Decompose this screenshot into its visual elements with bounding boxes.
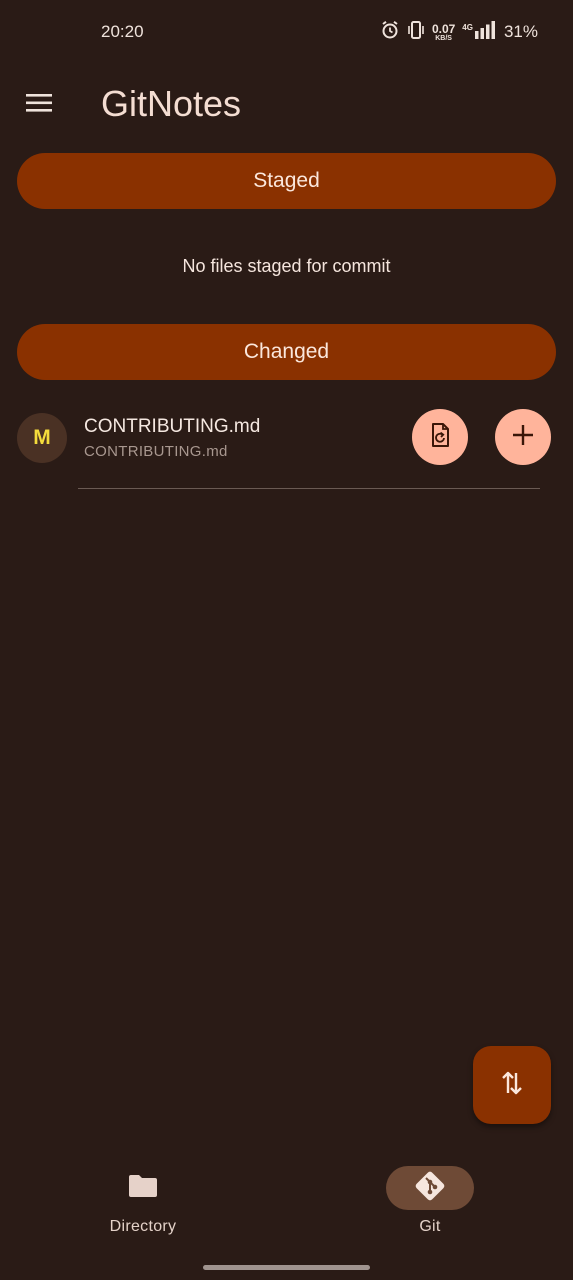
menu-button[interactable] bbox=[22, 88, 56, 118]
network-speed-unit: KB/S bbox=[435, 34, 452, 42]
status-time: 20:20 bbox=[101, 22, 144, 41]
stage-file-button[interactable] bbox=[495, 409, 551, 465]
status-bar: 20:20 0.07 KB/S 4G 31% bbox=[0, 0, 573, 66]
changed-file-row[interactable]: M CONTRIBUTING.md CONTRIBUTING.md bbox=[0, 404, 573, 472]
folder-icon bbox=[128, 1173, 158, 1204]
battery-percentage: 31% bbox=[503, 22, 538, 41]
nav-item-directory[interactable]: Directory bbox=[43, 1150, 243, 1250]
network-speed-value: 0.07 bbox=[431, 21, 456, 36]
home-indicator[interactable] bbox=[203, 1265, 370, 1270]
nav-item-git[interactable]: Git bbox=[330, 1150, 530, 1250]
hamburger-menu-icon bbox=[22, 94, 56, 122]
nav-label-directory: Directory bbox=[109, 1218, 177, 1235]
restore-file-icon bbox=[426, 421, 454, 454]
git-icon bbox=[414, 1170, 446, 1207]
alarm-icon bbox=[380, 20, 400, 45]
bottom-navigation: Directory Git bbox=[0, 1150, 573, 1250]
app-bar: GitNotes bbox=[0, 70, 573, 136]
network-speed: 0.07 KB/S bbox=[432, 23, 455, 42]
nav-git-icon-container bbox=[386, 1166, 474, 1210]
network-type: 4G bbox=[462, 23, 473, 32]
staged-empty-message: No files staged for commit bbox=[182, 256, 391, 276]
restore-file-button[interactable] bbox=[412, 409, 468, 465]
add-icon bbox=[510, 422, 536, 453]
file-status-badge: M bbox=[17, 413, 67, 463]
file-name: CONTRIBUTING.md bbox=[84, 416, 261, 437]
signal-icon bbox=[474, 20, 497, 44]
nav-label-git: Git bbox=[419, 1218, 441, 1235]
changed-header-label: Changed bbox=[243, 340, 330, 363]
file-path: CONTRIBUTING.md bbox=[84, 443, 228, 460]
sync-fab[interactable] bbox=[473, 1046, 551, 1124]
row-divider bbox=[78, 488, 540, 489]
sync-arrows-icon bbox=[499, 1069, 525, 1102]
status-icons: 0.07 KB/S 4G 31% bbox=[380, 20, 538, 44]
nav-directory-icon-container bbox=[99, 1166, 187, 1210]
changed-section-header[interactable]: Changed bbox=[17, 324, 556, 380]
staged-section-header[interactable]: Staged bbox=[17, 153, 556, 209]
app-title: GitNotes bbox=[101, 83, 242, 124]
staged-header-label: Staged bbox=[253, 169, 320, 192]
vibrate-icon bbox=[407, 20, 425, 45]
